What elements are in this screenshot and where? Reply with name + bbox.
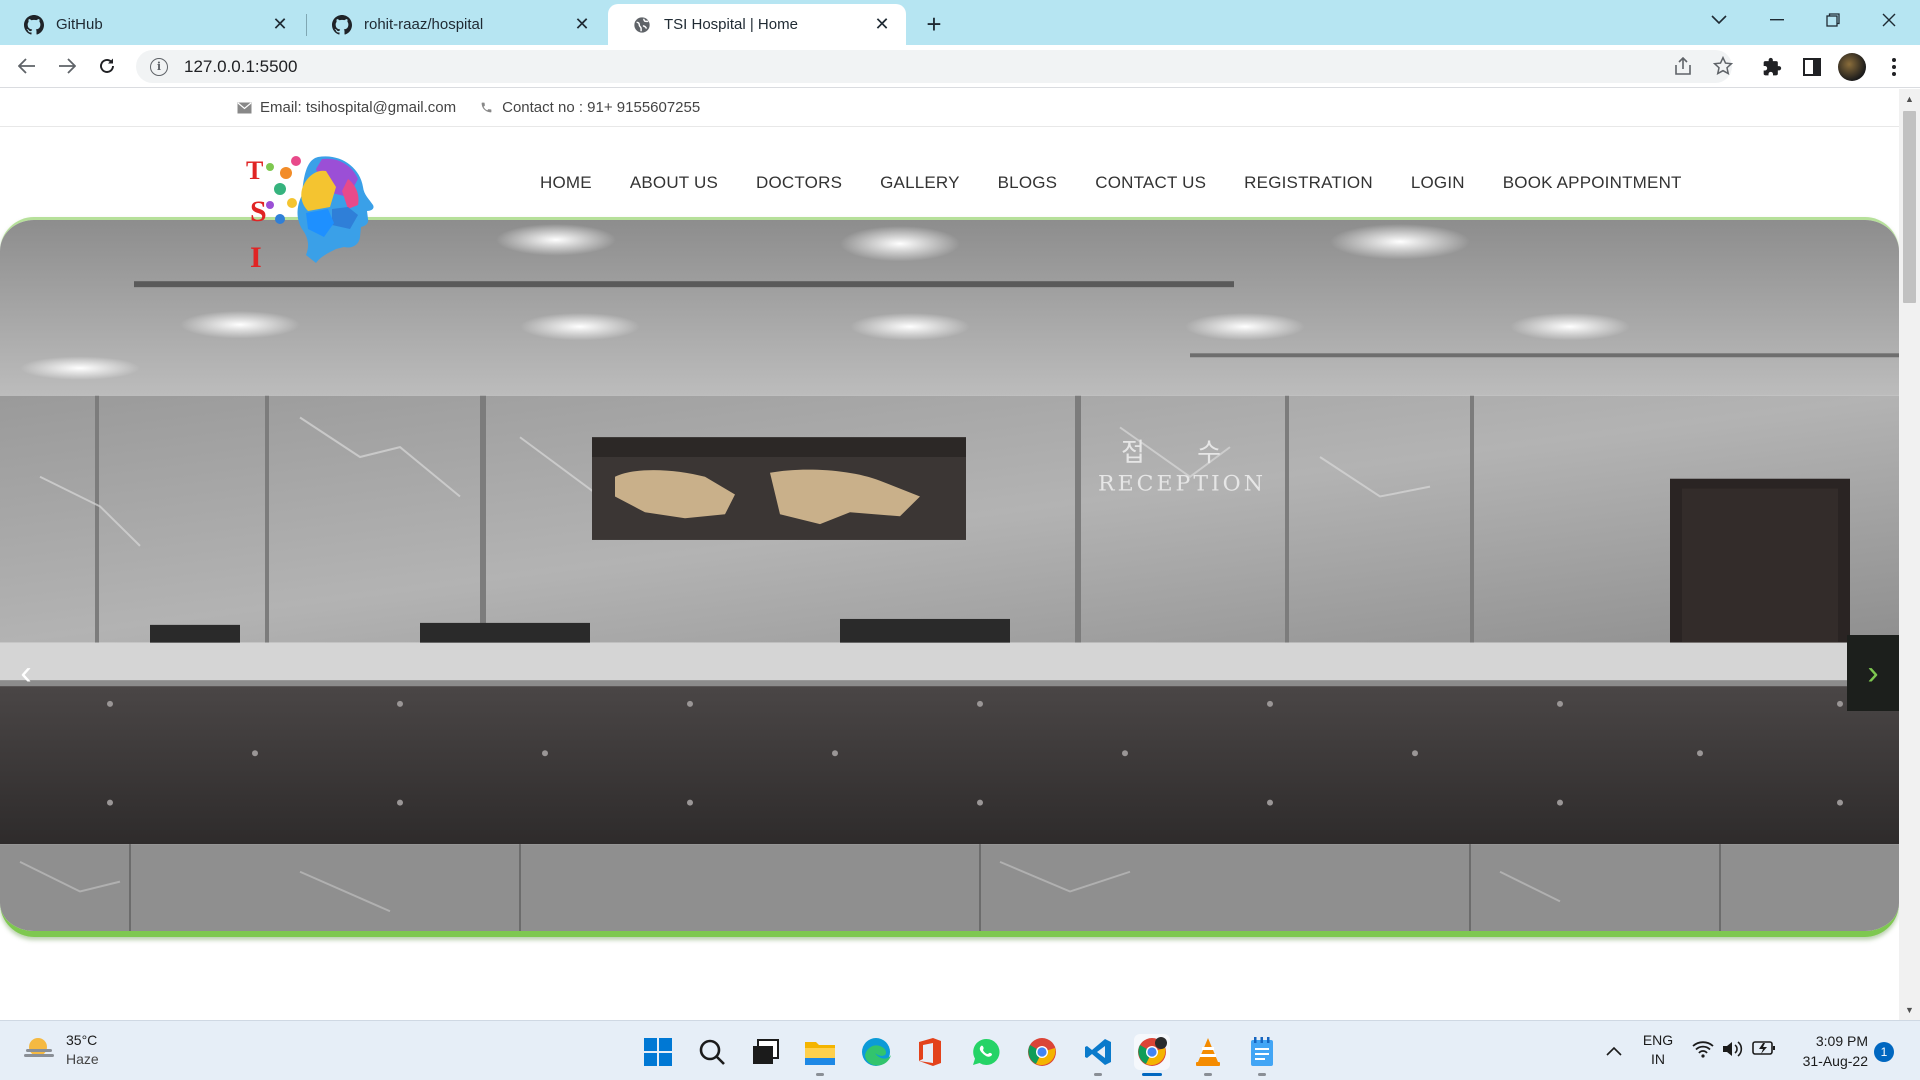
weather-temp: 35°C <box>66 1032 98 1048</box>
url-text[interactable]: 127.0.0.1:5500 <box>184 57 297 77</box>
new-tab-button[interactable]: + <box>918 8 950 40</box>
email-text: Email: tsihospital@gmail.com <box>260 99 457 116</box>
nav-home[interactable]: HOME <box>540 173 592 193</box>
github-icon <box>332 14 352 35</box>
phone-info: Contact no : 91+ 9155607255 <box>478 99 700 116</box>
restore-button[interactable] <box>1806 0 1860 40</box>
tab-repo[interactable]: rohit-raaz/hospital ✕ <box>308 4 606 45</box>
nav-about-us[interactable]: ABOUT US <box>630 173 718 193</box>
tab-title: GitHub <box>56 16 103 33</box>
running-indicator <box>816 1073 824 1076</box>
globe-icon <box>632 15 652 35</box>
menu-kebab-icon[interactable] <box>1880 53 1908 81</box>
tab-title: TSI Hospital | Home <box>664 16 798 33</box>
haze-weather-icon <box>22 1033 56 1068</box>
notepad-icon[interactable] <box>1244 1034 1280 1076</box>
back-button[interactable] <box>12 51 42 81</box>
envelope-icon <box>236 100 252 116</box>
clock-date: 31-Aug-22 <box>1802 1053 1868 1069</box>
vlc-icon[interactable] <box>1190 1034 1226 1076</box>
show-hidden-icons-chevron-icon[interactable] <box>1602 1033 1626 1069</box>
close-icon[interactable]: ✕ <box>572 14 592 35</box>
running-indicator <box>1094 1073 1102 1076</box>
scroll-thumb[interactable] <box>1903 111 1916 303</box>
search-icon[interactable] <box>694 1034 730 1070</box>
tab-separator <box>306 14 307 36</box>
minimize-button[interactable] <box>1750 0 1804 40</box>
forward-button[interactable] <box>52 51 82 81</box>
email-info: Email: tsihospital@gmail.com <box>236 99 456 116</box>
volume-icon[interactable] <box>1722 1040 1744 1058</box>
nav-gallery[interactable]: GALLERY <box>880 173 960 193</box>
nav-blogs[interactable]: BLOGS <box>998 173 1058 193</box>
tab-search-button[interactable] <box>1692 0 1746 40</box>
site-info-icon[interactable]: i <box>150 57 168 76</box>
slider-next-button[interactable]: › <box>1847 635 1899 711</box>
phone-icon <box>478 100 494 116</box>
system-clock[interactable]: 3:09 PM 31-Aug-22 <box>1790 1031 1868 1071</box>
weather-condition: Haze <box>66 1051 99 1067</box>
contact-top-bar: Email: tsihospital@gmail.com Contact no … <box>0 89 1899 127</box>
whatsapp-icon[interactable] <box>968 1034 1004 1070</box>
file-explorer-icon[interactable] <box>802 1034 838 1076</box>
main-nav: HOME ABOUT US DOCTORS GALLERY BLOGS CONT… <box>540 173 1720 193</box>
logo-letter-i: I <box>250 241 262 274</box>
active-indicator <box>1142 1073 1162 1076</box>
address-bar[interactable]: i 127.0.0.1:5500 <box>136 50 1732 83</box>
chrome-icon[interactable] <box>1024 1034 1060 1070</box>
task-view-icon[interactable] <box>748 1034 784 1070</box>
logo-letter-s: S <box>250 195 267 228</box>
page-viewport: Email: tsihospital@gmail.com Contact no … <box>0 89 1899 1020</box>
notification-badge[interactable]: 1 <box>1874 1042 1894 1062</box>
contact-text: Contact no : 91+ 9155607255 <box>502 99 701 116</box>
nav-login[interactable]: LOGIN <box>1411 173 1465 193</box>
nav-book-appointment[interactable]: BOOK APPOINTMENT <box>1503 173 1682 193</box>
windows-taskbar: 35°C Haze ENG IN 3:09 PM 31-Aug-22 1 <box>0 1020 1920 1080</box>
share-icon[interactable] <box>1670 53 1696 79</box>
browser-toolbar: i 127.0.0.1:5500 <box>0 45 1920 88</box>
slider-prev-button[interactable]: ‹ <box>0 635 52 711</box>
language-indicator[interactable]: ENG IN <box>1636 1031 1680 1069</box>
reload-button[interactable] <box>92 51 122 81</box>
nav-contact-us[interactable]: CONTACT US <box>1095 173 1206 193</box>
chrome-profile-icon[interactable] <box>1134 1034 1170 1076</box>
bookmark-star-icon[interactable] <box>1710 53 1736 79</box>
scroll-up-arrow[interactable]: ▲ <box>1899 91 1920 107</box>
language-line1: ENG <box>1642 1032 1674 1048</box>
edge-icon[interactable] <box>858 1034 894 1070</box>
close-window-button[interactable] <box>1862 0 1916 40</box>
reception-sign-korean: 접 수 <box>1121 438 1243 468</box>
nav-registration[interactable]: REGISTRATION <box>1244 173 1373 193</box>
running-indicator <box>1258 1073 1266 1076</box>
logo-letter-t: T <box>246 156 263 185</box>
github-icon <box>24 14 44 35</box>
page-scrollbar[interactable]: ▲ ▼ <box>1899 89 1920 1020</box>
battery-charging-icon[interactable] <box>1752 1040 1776 1056</box>
close-icon[interactable]: ✕ <box>872 14 892 35</box>
office-icon[interactable] <box>912 1034 948 1070</box>
weather-widget[interactable]: 35°C Haze <box>22 1031 99 1069</box>
browser-tab-bar: GitHub ✕ rohit-raaz/hospital ✕ TSI Hospi… <box>0 0 1920 45</box>
tab-title: rohit-raaz/hospital <box>364 16 484 33</box>
hero-slider: 접 수 RECEPTION ‹ › <box>0 217 1899 937</box>
reception-sign-english: RECEPTION <box>1098 472 1266 497</box>
vscode-icon[interactable] <box>1080 1034 1116 1076</box>
clock-time: 3:09 PM <box>1815 1033 1868 1049</box>
wifi-icon[interactable] <box>1692 1040 1714 1058</box>
side-panel-icon[interactable] <box>1798 53 1826 81</box>
tab-tsi-hospital[interactable]: TSI Hospital | Home ✕ <box>608 4 906 45</box>
profile-avatar[interactable] <box>1838 53 1866 81</box>
tab-github[interactable]: GitHub ✕ <box>0 4 304 45</box>
close-icon[interactable]: ✕ <box>270 14 290 35</box>
running-indicator <box>1204 1073 1212 1076</box>
tsi-logo[interactable]: T S I <box>240 149 380 279</box>
language-line2: IN <box>1651 1051 1665 1067</box>
nav-doctors[interactable]: DOCTORS <box>756 173 842 193</box>
start-icon[interactable] <box>640 1034 676 1070</box>
extensions-icon[interactable] <box>1758 53 1786 81</box>
reception-image: 접 수 RECEPTION <box>0 220 1899 931</box>
scroll-down-arrow[interactable]: ▼ <box>1899 1002 1920 1018</box>
